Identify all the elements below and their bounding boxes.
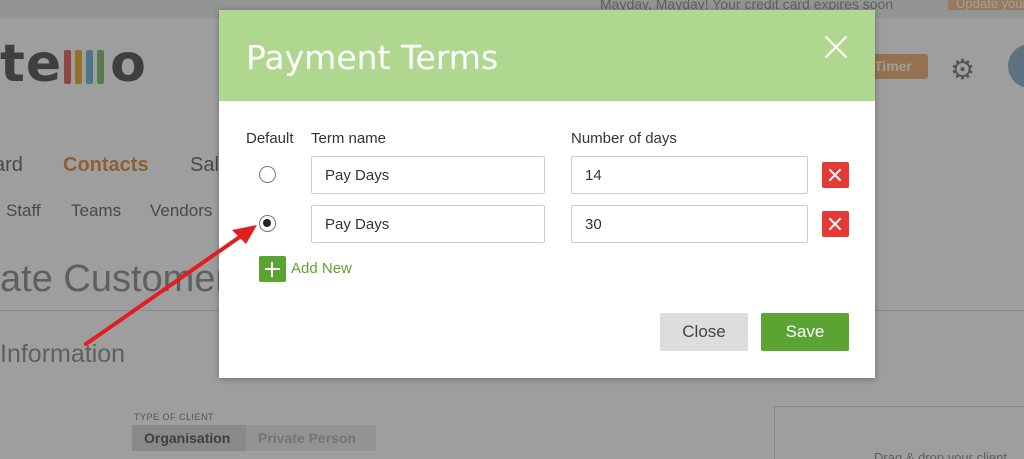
- annotation-arrow-shaft: [84, 232, 246, 346]
- annotation-arrow: [84, 225, 257, 346]
